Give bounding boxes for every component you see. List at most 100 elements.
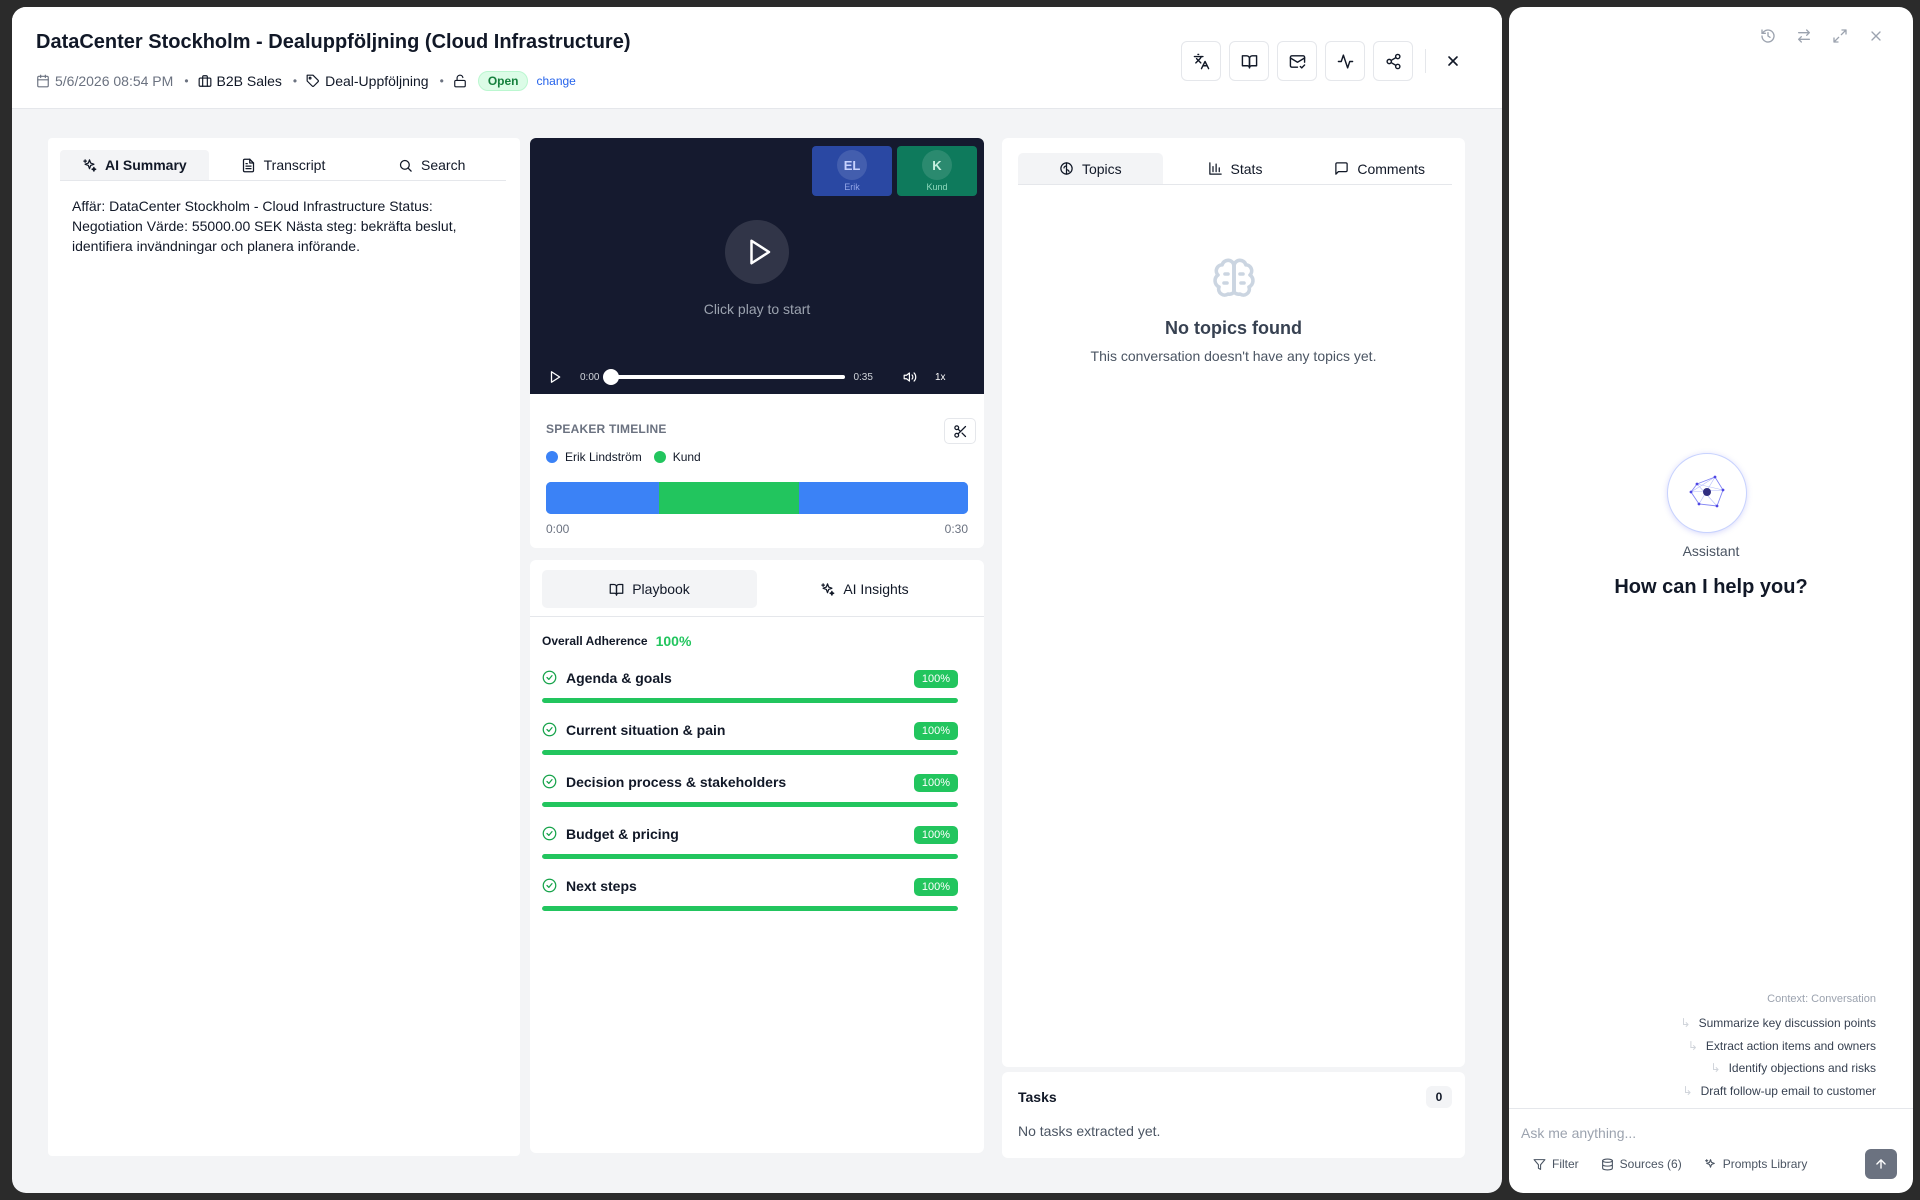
assistant-toolbar — [1760, 28, 1904, 44]
progress-fill — [542, 750, 958, 755]
close-modal-button[interactable] — [1438, 46, 1468, 76]
seek-bar[interactable] — [603, 369, 846, 385]
speaker-timeline-bar[interactable] — [546, 482, 968, 514]
participant-name: Erik — [844, 182, 860, 192]
meta-separator: • — [184, 74, 189, 88]
send-button[interactable] — [1865, 1149, 1897, 1179]
seek-handle[interactable] — [603, 369, 620, 385]
playbook-item[interactable]: Budget & pricing 100% — [542, 824, 958, 868]
bar-chart-icon — [1208, 161, 1223, 176]
progress-track — [542, 750, 958, 755]
timeline-segment[interactable] — [799, 482, 968, 514]
corner-arrow-icon: ↳ — [1680, 1016, 1691, 1030]
filter-button[interactable]: Filter — [1533, 1157, 1579, 1171]
meta-separator: • — [439, 74, 444, 88]
brain-icon — [1059, 161, 1074, 176]
playbook-tabs: Playbook AI Insights — [542, 570, 972, 608]
divider — [1509, 1108, 1913, 1109]
tab-playbook[interactable]: Playbook — [542, 570, 757, 608]
meta-team: B2B Sales — [198, 73, 282, 89]
playbook-item[interactable]: Decision process & stakeholders 100% — [542, 772, 958, 816]
assistant-panel: Assistant How can I help you? Context: C… — [1509, 7, 1913, 1193]
prompts-library-button[interactable]: Prompts Library — [1704, 1157, 1807, 1171]
tab-label: Playbook — [632, 581, 690, 597]
suggestion-text: Identify objections and risks — [1728, 1061, 1876, 1075]
scissors-icon — [953, 424, 968, 439]
tab-topics[interactable]: Topics — [1018, 153, 1163, 184]
big-play-button[interactable] — [725, 220, 789, 284]
legend-name: Kund — [672, 450, 701, 464]
meta-tag: Deal-Uppföljning — [306, 73, 429, 89]
assistant-input[interactable] — [1521, 1118, 1881, 1148]
change-status-link[interactable]: change — [536, 74, 575, 88]
playbook-item[interactable]: Next steps 100% — [542, 876, 958, 920]
suggestion-item[interactable]: ↳ Identify objections and risks — [1711, 1061, 1876, 1075]
tasks-count-badge: 0 — [1426, 1086, 1452, 1108]
legend-dot — [653, 451, 666, 463]
context-label: Context: Conversation — [1767, 993, 1876, 1005]
participant-tile[interactable]: K Kund — [897, 146, 977, 196]
timeline-segment[interactable] — [658, 482, 800, 514]
volume-icon[interactable] — [903, 370, 917, 384]
tab-label: AI Summary — [104, 157, 187, 173]
tab-transcript[interactable]: Transcript — [209, 150, 358, 180]
playbook-item[interactable]: Agenda & goals 100% — [542, 668, 958, 712]
progress-fill — [542, 698, 958, 703]
overall-label: Overall Adherence — [542, 634, 648, 648]
activity-button[interactable] — [1325, 41, 1365, 81]
briefcase-icon — [198, 74, 212, 88]
playbook-item-percent: 100% — [913, 722, 958, 740]
tag-text: Deal-Uppföljning — [325, 73, 429, 89]
tag-icon — [306, 74, 320, 88]
playbook-button[interactable] — [1229, 41, 1269, 81]
translate-button[interactable] — [1181, 41, 1221, 81]
suggestion-item[interactable]: ↳ Extract action items and owners — [1688, 1039, 1876, 1053]
tab-stats[interactable]: Stats — [1163, 153, 1308, 184]
maximize-icon[interactable] — [1832, 28, 1848, 44]
progress-track — [542, 906, 958, 911]
activity-icon — [1337, 53, 1354, 70]
check-circle-icon — [542, 878, 557, 893]
video-player[interactable]: EL Erik K Kund Click play to start 0:00 … — [530, 138, 984, 394]
summary-tabs: AI Summary Transcript Search — [60, 150, 506, 181]
file-text-icon — [241, 158, 256, 173]
ai-summary-text: Affär: DataCenter Stockholm - Cloud Infr… — [72, 198, 457, 254]
history-icon[interactable] — [1760, 28, 1776, 44]
timeline-segment[interactable] — [546, 482, 659, 514]
playbook-item[interactable]: Current situation & pain 100% — [542, 720, 958, 764]
corner-arrow-icon: ↳ — [1682, 1084, 1693, 1098]
tab-comments[interactable]: Comments — [1307, 153, 1452, 184]
sparkles-icon — [1704, 1158, 1717, 1171]
suggestion-text: Extract action items and owners — [1705, 1039, 1876, 1053]
avatar: EL — [837, 150, 867, 180]
tab-ai-summary[interactable]: AI Summary — [60, 150, 209, 180]
tab-label: Stats — [1230, 160, 1263, 177]
swap-icon[interactable] — [1796, 28, 1812, 44]
email-button[interactable] — [1277, 41, 1317, 81]
playback-speed[interactable]: 1x — [935, 372, 946, 383]
progress-track — [542, 802, 958, 807]
share-icon — [1385, 53, 1402, 70]
tab-label: Comments — [1357, 160, 1426, 177]
clip-button[interactable] — [944, 418, 976, 444]
participant-tile[interactable]: EL Erik — [812, 146, 892, 196]
share-button[interactable] — [1373, 41, 1413, 81]
page-title: DataCenter Stockholm - Dealuppföljning (… — [36, 31, 631, 53]
suggestion-item[interactable]: ↳ Draft follow-up email to customer — [1683, 1084, 1876, 1098]
tasks-empty-text: No tasks extracted yet. — [1018, 1123, 1161, 1139]
tab-search[interactable]: Search — [357, 150, 506, 180]
check-circle-icon — [542, 826, 557, 841]
meta-date: 5/6/2026 08:54 PM — [36, 73, 173, 89]
sources-button[interactable]: Sources (6) — [1601, 1157, 1682, 1171]
close-icon[interactable] — [1868, 28, 1884, 44]
tab-ai-insights[interactable]: AI Insights — [757, 570, 972, 608]
modal-header: DataCenter Stockholm - Dealuppföljning (… — [12, 7, 1502, 109]
filter-icon — [1533, 1158, 1546, 1171]
suggestion-item[interactable]: ↳ Summarize key discussion points — [1681, 1016, 1876, 1030]
play-icon[interactable] — [548, 370, 562, 384]
lock-open-icon — [453, 74, 467, 88]
sparkles-icon — [82, 158, 97, 173]
overall-adherence: Overall Adherence 100% — [542, 633, 691, 649]
empty-text: This conversation doesn't have any topic… — [1090, 348, 1377, 364]
book-open-icon — [1241, 53, 1258, 70]
